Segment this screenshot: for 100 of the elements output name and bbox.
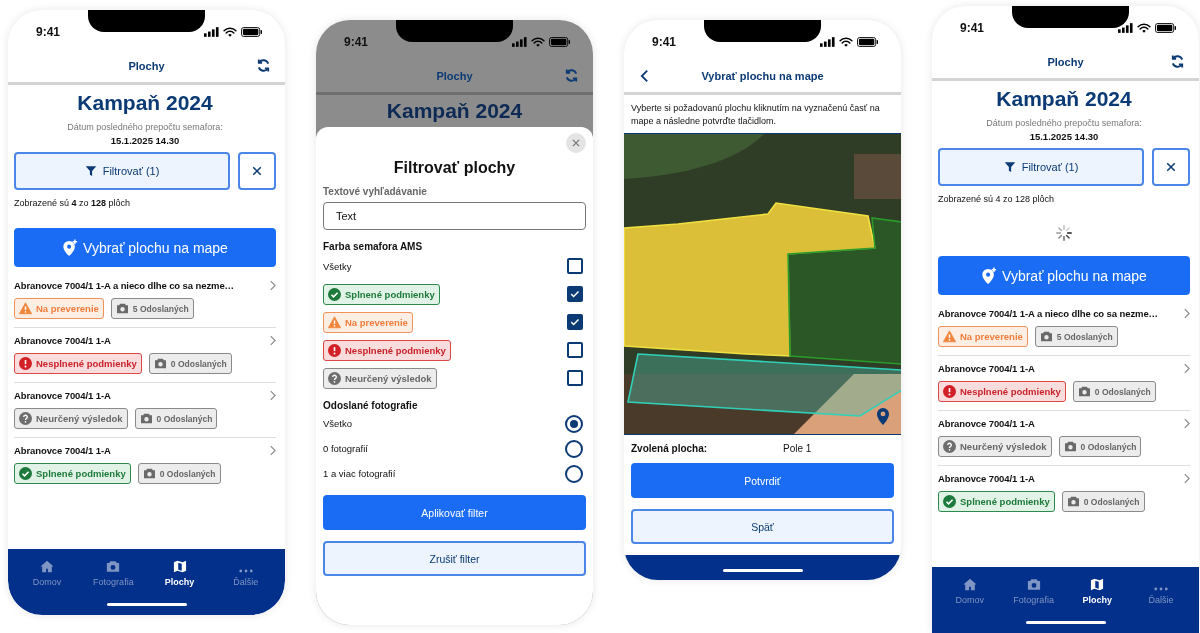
clear-filter-button[interactable] bbox=[1152, 148, 1190, 186]
radio-button[interactable] bbox=[565, 439, 583, 458]
status-label: Na preverenie bbox=[960, 331, 1023, 342]
camera-icon bbox=[1066, 496, 1080, 507]
result-count: Zobrazené sú 4 zo 128 plôch bbox=[938, 194, 1056, 204]
chevron-right-icon[interactable] bbox=[269, 390, 276, 401]
section-label: Farba semafora AMS bbox=[323, 241, 424, 252]
field-outline[interactable] bbox=[627, 353, 901, 417]
chevron-right-icon[interactable] bbox=[1183, 418, 1190, 429]
location-pin-icon[interactable] bbox=[877, 408, 889, 425]
photo-count: 0 Odoslaných bbox=[1094, 386, 1151, 397]
checkbox[interactable] bbox=[567, 258, 583, 274]
status-label: Neurčený výsledok bbox=[36, 413, 123, 424]
chevron-right-icon[interactable] bbox=[1183, 363, 1190, 374]
checkmark-icon bbox=[569, 288, 581, 300]
nav-tab[interactable]: Plochy bbox=[146, 557, 213, 587]
nav-tab[interactable]: Ďalšie bbox=[1129, 575, 1193, 605]
screen-title: Plochy bbox=[436, 70, 473, 82]
map-icon bbox=[1090, 578, 1105, 591]
search-field[interactable]: Text bbox=[323, 202, 586, 230]
battery-icon bbox=[1155, 23, 1177, 33]
filter-button[interactable]: Filtrovať (1) bbox=[938, 148, 1144, 186]
recalc-date: 15.1.2025 14.30 bbox=[1028, 131, 1100, 142]
chevron-right-icon[interactable] bbox=[1183, 473, 1190, 484]
recalc-label: Dátum posledného prepočtu semafora: bbox=[66, 122, 224, 132]
camera-icon bbox=[106, 560, 121, 573]
help-icon bbox=[328, 371, 341, 385]
area-name[interactable]: Abranovce 7004/1 1-A bbox=[938, 418, 1035, 429]
refresh-icon[interactable] bbox=[1170, 54, 1185, 69]
checkbox[interactable] bbox=[567, 342, 583, 358]
back-button[interactable]: Späť bbox=[631, 509, 894, 544]
home-icon bbox=[962, 578, 977, 591]
photo-count: 0 Odoslaných bbox=[1083, 496, 1140, 507]
filter-icon bbox=[84, 165, 97, 177]
area-name[interactable]: Abranovce 7004/1 1-A a nieco dlhe co sa nezme… bbox=[14, 280, 234, 291]
sheet-title: Filtrovať plochy bbox=[392, 159, 517, 177]
option-label: Všetko bbox=[323, 418, 353, 429]
recalc-label: Dátum posledného prepočtu semafora: bbox=[985, 118, 1143, 128]
chevron-right-icon[interactable] bbox=[269, 335, 276, 346]
camera-icon bbox=[1026, 578, 1041, 591]
field-outline[interactable] bbox=[787, 217, 901, 365]
area-name[interactable]: Abranovce 7004/1 1-A a nieco dlhe co sa nezme… bbox=[938, 308, 1158, 319]
error-icon bbox=[19, 357, 32, 370]
instructions: Vyberte si požadovanú plochu kliknutím na vyznačenú časť na mape a následne potvrďte tlačidlom. bbox=[630, 102, 881, 128]
clear-filter-button[interactable] bbox=[238, 152, 276, 190]
area-name[interactable]: Abranovce 7004/1 1-A bbox=[938, 363, 1035, 374]
check-circle-icon bbox=[328, 287, 341, 301]
chevron-right-icon[interactable] bbox=[269, 445, 276, 456]
camera-icon bbox=[1039, 331, 1053, 342]
checkbox[interactable] bbox=[567, 286, 583, 302]
chevron-right-icon[interactable] bbox=[269, 280, 276, 291]
close-icon bbox=[251, 165, 263, 177]
camera-icon bbox=[153, 358, 167, 369]
nav-tab[interactable]: Fotografia bbox=[80, 557, 147, 587]
status-label: Na preverenie bbox=[36, 303, 99, 314]
wifi-icon bbox=[1137, 23, 1151, 33]
signal-icon bbox=[820, 37, 835, 47]
nav-tab[interactable]: Domov bbox=[938, 575, 1002, 605]
area-name[interactable]: Abranovce 7004/1 1-A bbox=[14, 335, 111, 346]
error-icon bbox=[328, 343, 341, 357]
nav-tab[interactable]: Plochy bbox=[1065, 575, 1130, 605]
campaign-title: Kampaň 2024 bbox=[76, 91, 214, 115]
chevron-right-icon[interactable] bbox=[1183, 308, 1190, 319]
close-icon bbox=[571, 138, 581, 148]
check-circle-icon bbox=[943, 495, 956, 508]
wifi-icon bbox=[839, 37, 853, 47]
status-time: 9:41 bbox=[344, 35, 369, 49]
select-on-map-button[interactable]: Vybrať plochu na mape bbox=[938, 256, 1190, 295]
apply-filter-button[interactable]: Aplikovať filter bbox=[323, 495, 586, 530]
radio-button[interactable] bbox=[565, 464, 583, 483]
map-pin-plus-icon bbox=[62, 238, 79, 257]
area-name[interactable]: Abranovce 7004/1 1-A bbox=[938, 473, 1035, 484]
nav-tab[interactable]: Ďalšie bbox=[212, 557, 279, 587]
select-on-map-button[interactable]: Vybrať plochu na mape bbox=[14, 228, 276, 267]
status-label: Splnené podmienky bbox=[960, 496, 1050, 507]
map-icon bbox=[172, 560, 187, 573]
check-circle-icon bbox=[19, 467, 32, 480]
nav-tab[interactable]: Domov bbox=[14, 557, 81, 587]
status-label: Splnené podmienky bbox=[345, 288, 435, 300]
help-icon bbox=[943, 440, 956, 453]
cancel-filter-button[interactable]: Zrušiť filter bbox=[323, 541, 586, 576]
screen-title: Plochy bbox=[1047, 56, 1084, 68]
status-label: Neurčený výsledok bbox=[960, 441, 1047, 452]
error-icon bbox=[943, 385, 956, 398]
wifi-icon bbox=[531, 37, 545, 47]
close-button[interactable] bbox=[566, 133, 586, 153]
refresh-icon[interactable] bbox=[256, 58, 271, 73]
back-icon[interactable] bbox=[640, 69, 649, 83]
radio-button[interactable] bbox=[565, 414, 583, 433]
signal-icon bbox=[1118, 23, 1133, 33]
area-name[interactable]: Abranovce 7004/1 1-A bbox=[14, 390, 111, 401]
checkbox[interactable] bbox=[567, 370, 583, 386]
camera-icon bbox=[139, 413, 153, 424]
checkbox[interactable] bbox=[567, 314, 583, 330]
filter-button[interactable]: Filtrovať (1) bbox=[14, 152, 230, 190]
nav-tab[interactable]: Fotografia bbox=[1001, 575, 1066, 605]
camera-icon bbox=[1063, 441, 1077, 452]
confirm-button[interactable]: Potvrdiť bbox=[631, 463, 894, 498]
area-name[interactable]: Abranovce 7004/1 1-A bbox=[14, 445, 111, 456]
screen-title: Vybrať plochu na mape bbox=[701, 70, 824, 82]
